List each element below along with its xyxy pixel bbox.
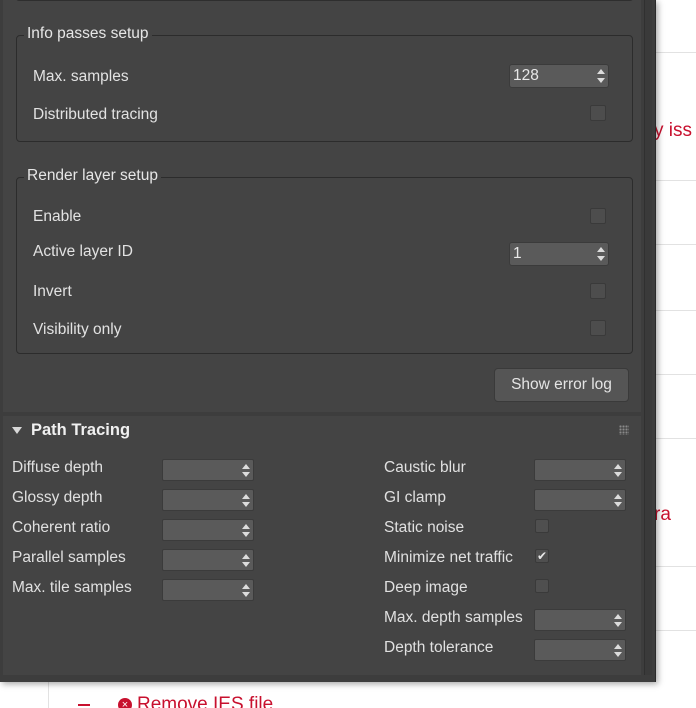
parallel-samples-spinner[interactable] (162, 549, 254, 571)
spin-arrows-icon[interactable] (242, 554, 250, 567)
max-depth-samples-label: Max. depth samples (384, 609, 523, 626)
max-tile-samples-spinner[interactable] (162, 579, 254, 601)
depth-tolerance-spinner[interactable] (534, 639, 626, 661)
max-samples-label: Max. samples (33, 68, 129, 85)
glossy-depth-spinner[interactable] (162, 489, 254, 511)
diffuse-depth-spinner[interactable] (162, 459, 254, 481)
spin-arrows-icon[interactable] (614, 644, 622, 657)
enable-checkbox[interactable] (590, 208, 606, 224)
panel-scrollbar[interactable] (644, 0, 652, 675)
bg-divider (655, 310, 696, 311)
bg-divider (655, 630, 696, 631)
show-error-log-button[interactable]: Show error log (494, 368, 629, 402)
parallel-samples-label: Parallel samples (12, 549, 126, 566)
render-layer-legend: Render layer setup (24, 167, 161, 185)
visibility-only-label: Visibility only (33, 321, 122, 338)
bg-divider (655, 52, 696, 53)
spin-arrows-icon[interactable] (614, 464, 622, 477)
info-passes-group: Info passes setup (16, 25, 633, 142)
invert-label: Invert (33, 283, 72, 300)
distributed-tracing-label: Distributed tracing (33, 106, 158, 123)
path-tracing-rollout (3, 416, 641, 675)
minimize-net-traffic-checkbox[interactable]: ✔ (535, 549, 549, 563)
checkmark-icon: ✔ (536, 549, 548, 563)
coherent-ratio-spinner[interactable] (162, 519, 254, 541)
depth-tolerance-label: Depth tolerance (384, 639, 494, 656)
gi-clamp-spinner[interactable] (534, 489, 626, 511)
active-layer-id-label: Active layer ID (33, 243, 133, 260)
diffuse-depth-label: Diffuse depth (12, 459, 104, 476)
distributed-tracing-checkbox[interactable] (590, 105, 606, 121)
remove-icon[interactable]: × (118, 698, 132, 708)
bg-dash (78, 704, 90, 706)
drag-grip-icon[interactable] (619, 425, 629, 435)
panel-content: Info passes setup Max. samples 128 Distr… (3, 0, 641, 412)
spin-arrows-icon[interactable] (614, 494, 622, 507)
spin-arrows-icon[interactable] (242, 494, 250, 507)
collapse-arrow-icon[interactable] (12, 427, 22, 434)
coherent-ratio-label: Coherent ratio (12, 519, 111, 536)
deep-image-checkbox[interactable] (535, 579, 549, 593)
bg-divider (655, 244, 696, 245)
bg-ra-text: ra (654, 504, 671, 525)
remove-ies-link[interactable]: Remove IES file (137, 694, 273, 708)
spin-arrows-icon[interactable] (614, 614, 622, 627)
max-tile-samples-label: Max. tile samples (12, 579, 132, 596)
gi-clamp-label: GI clamp (384, 489, 447, 506)
active-layer-id-spinner[interactable]: 1 (509, 242, 609, 266)
spin-arrows-icon[interactable] (597, 247, 605, 261)
glossy-depth-label: Glossy depth (12, 489, 103, 506)
spin-arrows-icon[interactable] (242, 464, 250, 477)
caustic-blur-spinner[interactable] (534, 459, 626, 481)
bg-issues-text: y iss (654, 120, 692, 141)
static-noise-checkbox[interactable] (535, 519, 549, 533)
spin-arrows-icon[interactable] (242, 524, 250, 537)
bg-divider (655, 374, 696, 375)
spin-arrows-icon[interactable] (597, 69, 605, 83)
render-settings-panel: Info passes setup Max. samples 128 Distr… (0, 0, 656, 682)
bg-divider (48, 680, 49, 708)
enable-label: Enable (33, 208, 82, 225)
caustic-blur-label: Caustic blur (384, 459, 466, 476)
bg-divider (655, 566, 696, 567)
static-noise-label: Static noise (384, 519, 465, 536)
max-samples-spinner[interactable]: 128 (509, 64, 609, 88)
minimize-net-traffic-label: Minimize net traffic (384, 549, 513, 566)
visibility-only-checkbox[interactable] (590, 320, 606, 336)
spin-arrows-icon[interactable] (242, 584, 250, 597)
invert-checkbox[interactable] (590, 283, 606, 299)
info-passes-legend: Info passes setup (24, 25, 152, 43)
bg-divider (655, 180, 696, 181)
max-depth-samples-spinner[interactable] (534, 609, 626, 631)
bg-divider (655, 438, 696, 439)
path-tracing-title[interactable]: Path Tracing (31, 421, 130, 440)
deep-image-label: Deep image (384, 579, 468, 596)
active-layer-id-value: 1 (513, 245, 522, 262)
max-samples-value: 128 (513, 67, 539, 84)
previous-group-bottom (16, 0, 633, 1)
